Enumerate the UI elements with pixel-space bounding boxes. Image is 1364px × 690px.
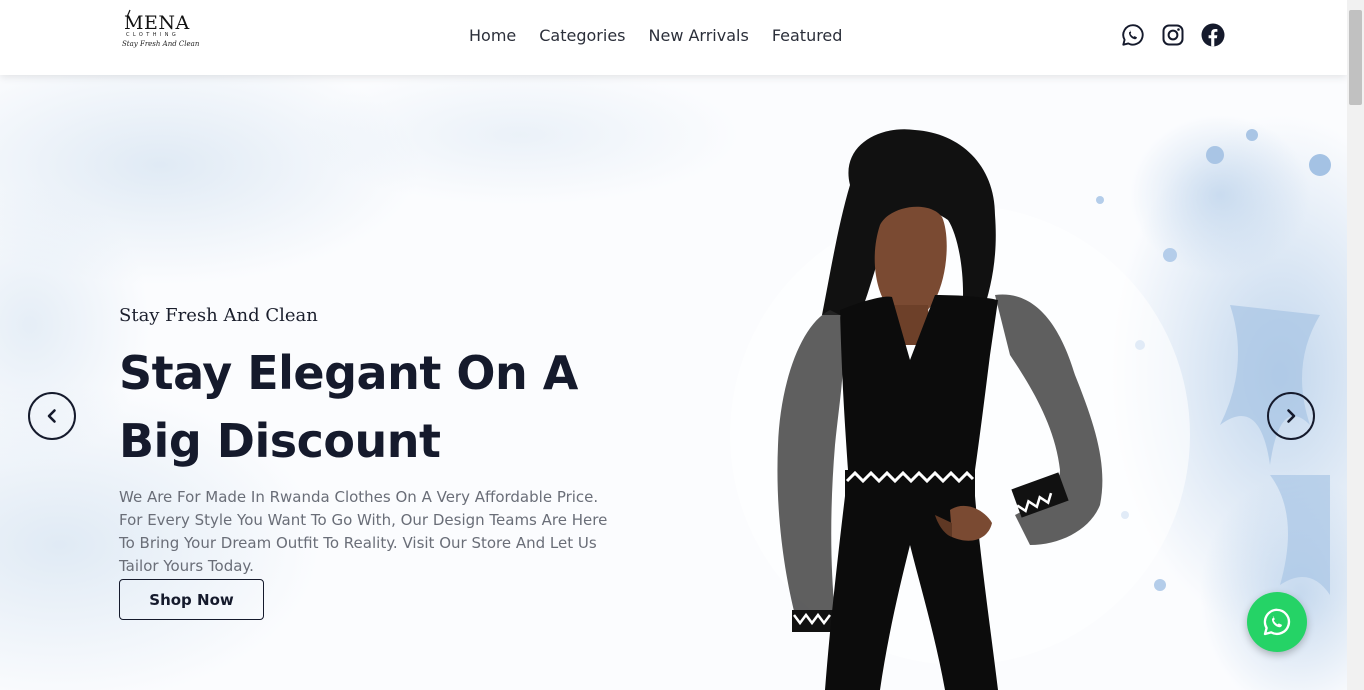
model-image [777,129,1103,690]
hero-title-line2: Big Discount [119,414,441,468]
scrollbar-thumb[interactable] [1349,10,1362,105]
whatsapp-float-icon [1263,608,1291,636]
facebook-icon[interactable] [1201,23,1225,47]
logo-subtitle: CLOTHING [126,32,180,38]
brand-logo[interactable]: MENA CLOTHING Stay Fresh And Clean [121,9,199,55]
carousel-prev-button[interactable] [28,392,76,440]
chevron-right-icon [1287,409,1296,423]
whatsapp-icon[interactable] [1121,23,1145,47]
hero-title: Stay Elegant On A Big Discount [119,339,619,475]
hero-text: Stay Fresh And Clean Stay Elegant On A B… [119,305,619,578]
nav-featured[interactable]: Featured [772,25,843,47]
main-nav: Home Categories New Arrivals Featured [469,25,842,47]
logo-name: MENA [124,12,190,34]
shop-now-button[interactable]: Shop Now [119,579,264,620]
hero-tagline: Stay Fresh And Clean [119,305,318,326]
logo-tagline: Stay Fresh And Clean [122,40,200,48]
hero-description: We Are For Made In Rwanda Clothes On A V… [119,488,608,575]
nav-new-arrivals[interactable]: New Arrivals [649,25,749,47]
carousel-next-button[interactable] [1267,392,1315,440]
page-scrollbar[interactable] [1347,0,1364,690]
chevron-left-icon [47,409,56,423]
instagram-icon[interactable] [1161,23,1185,47]
nav-home[interactable]: Home [469,25,516,47]
site-header: MENA CLOTHING Stay Fresh And Clean Home … [0,0,1347,75]
social-links [1121,23,1225,47]
nav-categories[interactable]: Categories [539,25,625,47]
hero-title-line1: Stay Elegant On A [119,346,578,400]
whatsapp-chat-button[interactable] [1247,592,1307,652]
hero-carousel: Stay Fresh And Clean Stay Elegant On A B… [0,75,1347,690]
